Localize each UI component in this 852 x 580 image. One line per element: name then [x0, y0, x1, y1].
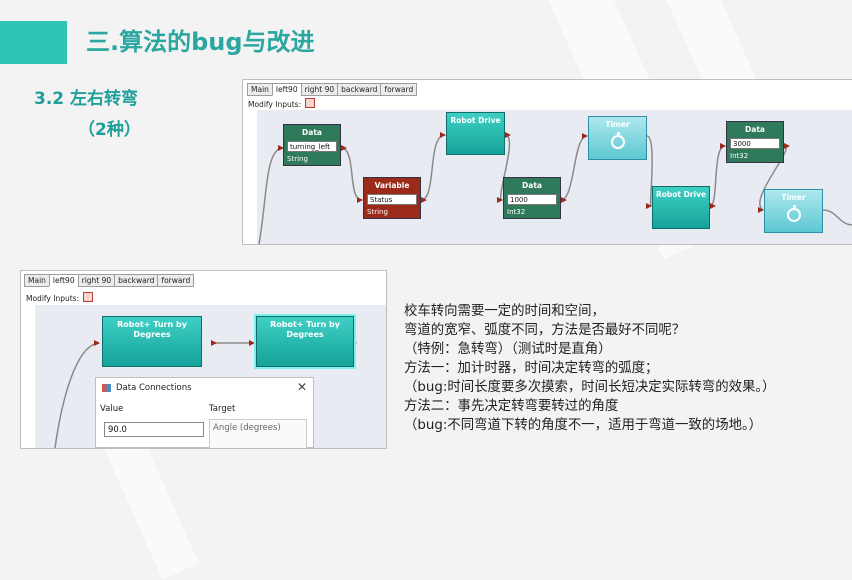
title-accent-bar	[0, 21, 67, 64]
node-value-dropdown[interactable]: Status	[367, 194, 417, 205]
text-line: （bug:不同弯道下转的角度不一，适用于弯道一致的场地。）	[404, 418, 763, 433]
diagram-canvas[interactable]: Data turning_left String Variable Status…	[257, 110, 852, 244]
node-title: Robot+ Turn by Degrees	[117, 320, 187, 339]
target-column-label: Target	[209, 404, 236, 414]
stopwatch-icon	[610, 132, 625, 149]
tab-bar: Main left90 right 90 backward forward	[24, 274, 195, 287]
body-text: 校车转向需要一定的时间和空间， 弯道的宽窄、弧度不同，方法是否最好不同呢？ （特…	[404, 302, 775, 435]
modify-inputs: Modify Inputs:	[26, 292, 94, 303]
turn-by-degrees-node[interactable]: Robot+ Turn by Degrees	[102, 316, 202, 367]
node-title: Data	[302, 128, 322, 137]
text-line: 方法二：事先决定转弯要转过的角度	[404, 399, 619, 414]
node-value-field[interactable]: 1000	[507, 194, 557, 205]
subtitle-line: 3.2 左右转弯	[34, 89, 139, 109]
tab-right90[interactable]: right 90	[300, 83, 339, 96]
node-title: Robot+ Turn by Degrees	[270, 320, 340, 339]
node-title: Variable	[374, 181, 410, 190]
node-value-field[interactable]: turning_left	[287, 141, 337, 152]
edit-icon[interactable]	[83, 292, 94, 302]
text-line: （特例：急转弯）（测试时是直角）	[404, 342, 612, 357]
node-title: Robot Drive	[655, 190, 707, 199]
tab-main[interactable]: Main	[24, 274, 50, 287]
turn-by-degrees-node[interactable]: Robot+ Turn by Degrees	[256, 316, 354, 367]
bottom-screenshot-panel: Main left90 right 90 backward forward Mo…	[20, 270, 387, 449]
value-input[interactable]: 90.0	[104, 422, 204, 437]
value-column-label: Value	[100, 404, 124, 414]
node-title: Timer	[605, 120, 630, 129]
close-icon[interactable]: ✕	[297, 380, 307, 394]
slide-title: 三.算法的bug与改进	[86, 28, 315, 56]
slide-subtitle: 3.2 左右转弯 （2种）	[34, 84, 141, 146]
variable-node[interactable]: Variable Status String	[363, 177, 421, 219]
node-title: Data	[522, 181, 542, 190]
robot-drive-node[interactable]: Robot Drive	[652, 186, 710, 229]
target-field: Angle (degrees)	[209, 419, 307, 448]
tab-backward[interactable]: backward	[337, 83, 382, 96]
data-node[interactable]: Data turning_left String	[283, 124, 341, 166]
node-title: Data	[745, 125, 765, 134]
tab-main[interactable]: Main	[247, 83, 273, 96]
timer-node[interactable]: Timer	[764, 189, 823, 233]
node-type: String	[287, 155, 308, 163]
data-connections-dialog: Data Connections ✕ Value Target 90.0 Ang…	[95, 377, 314, 448]
edit-icon[interactable]	[305, 98, 316, 108]
data-node[interactable]: Data 1000 Int32	[503, 177, 561, 219]
top-screenshot-panel: Main left90 right 90 backward forward Mo…	[242, 79, 852, 245]
robot-drive-node[interactable]: Robot Drive	[446, 112, 505, 155]
text-line: （bug:时间长度要多次摸索，时间长短决定实际转弯的效果。）	[404, 380, 776, 395]
dialog-title: Data Connections	[116, 383, 192, 393]
tab-left90[interactable]: left90	[48, 274, 79, 287]
tab-forward[interactable]: forward	[380, 83, 418, 96]
node-value-field[interactable]: 3000	[730, 138, 780, 149]
stopwatch-icon	[786, 205, 801, 222]
tab-left90[interactable]: left90	[271, 83, 302, 96]
data-node[interactable]: Data 3000 Int32	[726, 121, 784, 163]
text-line: 校车转向需要一定的时间和空间，	[404, 304, 605, 319]
timer-node[interactable]: Timer	[588, 116, 647, 160]
text-line: 方法一：加计时器，时间决定转弯的弧度；	[404, 361, 659, 376]
node-title: Robot Drive	[450, 116, 501, 125]
node-title: Timer	[781, 193, 806, 202]
text-line: 弯道的宽窄、弧度不同，方法是否最好不同呢？	[404, 323, 686, 338]
node-type: String	[367, 208, 388, 216]
tab-forward[interactable]: forward	[157, 274, 195, 287]
modify-inputs-label: Modify Inputs:	[248, 100, 302, 109]
app-logo-icon	[102, 384, 111, 392]
subtitle-line: （2种）	[78, 120, 141, 140]
modify-inputs-label: Modify Inputs:	[26, 294, 80, 303]
tab-right90[interactable]: right 90	[77, 274, 116, 287]
tab-backward[interactable]: backward	[114, 274, 159, 287]
tab-bar: Main left90 right 90 backward forward	[247, 83, 418, 96]
node-type: Int32	[730, 152, 749, 160]
node-type: Int32	[507, 208, 526, 216]
modify-inputs: Modify Inputs:	[248, 98, 316, 109]
